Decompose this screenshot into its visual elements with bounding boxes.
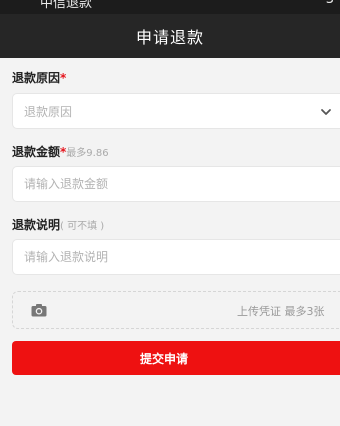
refund-reason-label: 退款原因*	[12, 69, 66, 86]
upload-proof-area[interactable]: 上传凭证 最多3张	[12, 291, 340, 329]
refund-amount-hint: 最多9.86	[66, 148, 109, 159]
refund-description-label: 退款说明( 可不填 )	[12, 216, 104, 233]
refund-description-hint: ( 可不填 )	[60, 221, 105, 232]
refund-reason-select-value: 退款原因	[24, 104, 73, 119]
refund-reason-label-text: 退款原因	[12, 71, 61, 85]
refund-amount-label-text: 退款金额	[12, 145, 61, 159]
refund-reason-select[interactable]: 退款原因	[12, 93, 340, 129]
required-mark: *	[60, 71, 67, 85]
header-bar: 申请退款	[0, 14, 340, 58]
status-bar-text: 中信退款	[40, 0, 93, 11]
submit-button-label: 提交申请	[139, 351, 188, 366]
refund-amount-label: 退款金额*最多9.86	[12, 143, 109, 160]
upload-proof-label: 上传凭证 最多3张	[237, 305, 325, 318]
refund-amount-input[interactable]	[24, 177, 304, 191]
status-bar-indicator: 3	[326, 0, 334, 7]
camera-icon	[31, 304, 47, 317]
refund-description-input[interactable]	[24, 250, 304, 264]
submit-button[interactable]: 提交申请	[12, 341, 340, 375]
status-bar: 中信退款 3	[0, 0, 340, 14]
refund-amount-field[interactable]	[12, 166, 340, 202]
chevron-down-icon	[321, 109, 331, 115]
page-title: 申请退款	[135, 28, 204, 47]
refund-description-field[interactable]	[12, 239, 340, 275]
refund-description-label-text: 退款说明	[12, 218, 61, 232]
